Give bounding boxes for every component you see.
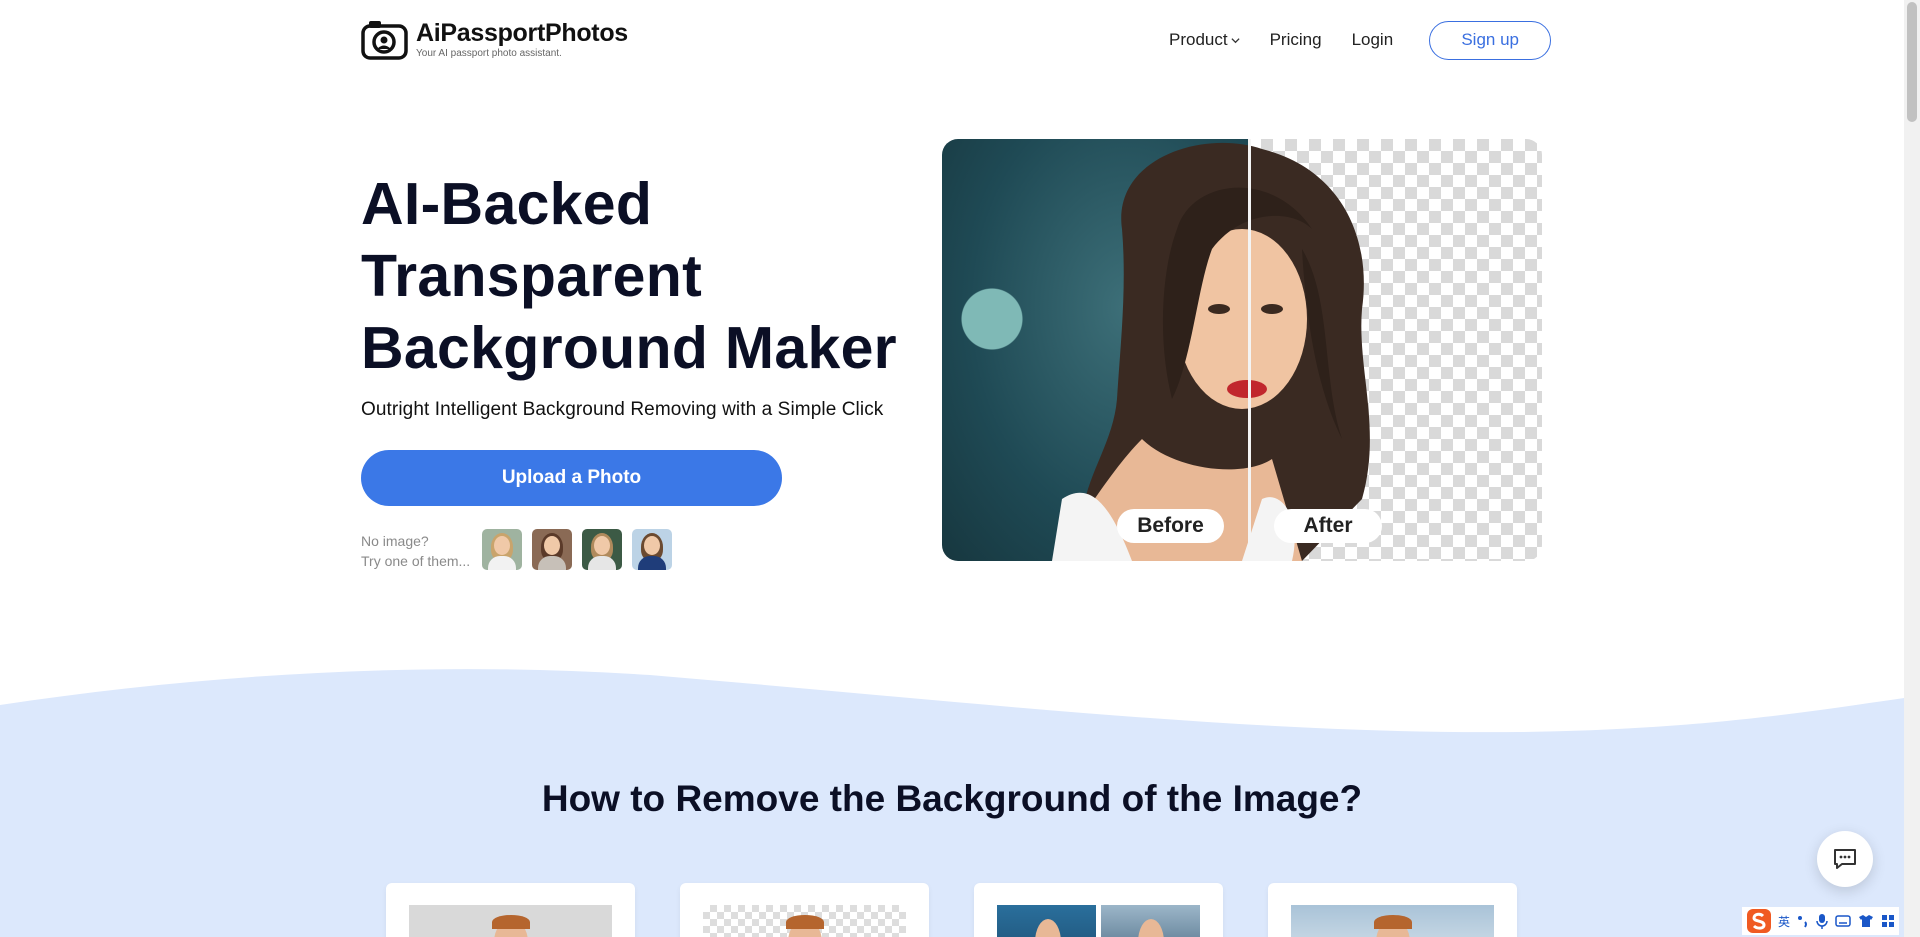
scrollbar-thumb[interactable] xyxy=(1907,2,1917,122)
sample-body xyxy=(488,556,516,570)
step-2-image xyxy=(703,905,906,937)
microphone-icon[interactable] xyxy=(1816,913,1828,929)
grid-menu-icon[interactable] xyxy=(1881,914,1895,928)
comparison-divider[interactable] xyxy=(1248,139,1251,561)
logo-tagline: Your AI passport photo assistant. xyxy=(416,48,562,59)
sample-face xyxy=(544,536,560,555)
ime-toolbar[interactable]: 英 xyxy=(1742,907,1900,935)
sample-face xyxy=(594,536,610,555)
ime-language[interactable]: 英 xyxy=(1778,913,1790,930)
chevron-down-icon xyxy=(1231,37,1240,43)
sample-photos xyxy=(482,529,682,570)
punctuation-icon[interactable] xyxy=(1797,914,1809,928)
nav-product-label: Product xyxy=(1169,30,1228,49)
sample-body xyxy=(638,556,666,570)
how-to-steps xyxy=(386,883,1562,937)
step-card-1 xyxy=(386,883,635,937)
woman-portrait-image xyxy=(1052,142,1370,561)
step-card-3 xyxy=(974,883,1223,937)
step-card-4 xyxy=(1268,883,1517,937)
logo-name: AiPassportPhotos xyxy=(416,19,628,47)
sample-woman-brown[interactable] xyxy=(532,529,572,570)
step-3-image xyxy=(997,905,1200,937)
main-nav: Product Pricing Login Sign up xyxy=(1169,20,1552,60)
nav-product[interactable]: Product xyxy=(1169,30,1240,50)
sample-body xyxy=(588,556,616,570)
camera-logo-icon xyxy=(361,21,408,60)
hero-subtitle: Outright Intelligent Background Removing… xyxy=(361,399,884,420)
nav-login[interactable]: Login xyxy=(1352,30,1394,50)
step-4-image xyxy=(1291,905,1494,937)
step-card-2 xyxy=(680,883,929,937)
chat-bubble-icon xyxy=(1834,849,1856,869)
signup-button[interactable]: Sign up xyxy=(1429,20,1552,60)
try-line-1: No image? xyxy=(361,533,429,549)
skin-shirt-icon[interactable] xyxy=(1858,914,1874,928)
step-1-image xyxy=(409,905,612,937)
nav-pricing[interactable]: Pricing xyxy=(1270,30,1322,50)
before-after-comparison[interactable]: Before After xyxy=(942,139,1542,561)
chat-support-button[interactable] xyxy=(1817,831,1873,887)
sample-man[interactable] xyxy=(632,529,672,570)
before-label: Before xyxy=(1117,509,1224,543)
sogou-logo-icon xyxy=(1747,909,1771,933)
sample-face xyxy=(644,536,660,555)
sample-woman-light[interactable] xyxy=(582,529,622,570)
try-line-2: Try one of them... xyxy=(361,553,471,569)
after-label: After xyxy=(1274,509,1382,543)
keyboard-icon[interactable] xyxy=(1835,915,1851,927)
hero-title: AI-Backed Transparent Background Maker xyxy=(361,171,897,381)
upload-photo-button[interactable]: Upload a Photo xyxy=(361,450,782,506)
sample-face xyxy=(494,536,510,555)
site-logo[interactable]: AiPassportPhotos Your AI passport photo … xyxy=(361,19,628,60)
page-scrollbar[interactable] xyxy=(1904,0,1920,937)
how-to-title: How to Remove the Background of the Imag… xyxy=(541,778,1363,819)
sample-body xyxy=(538,556,566,570)
try-sample-text: No image? Try one of them... xyxy=(361,531,470,571)
sample-woman-blonde[interactable] xyxy=(482,529,522,570)
